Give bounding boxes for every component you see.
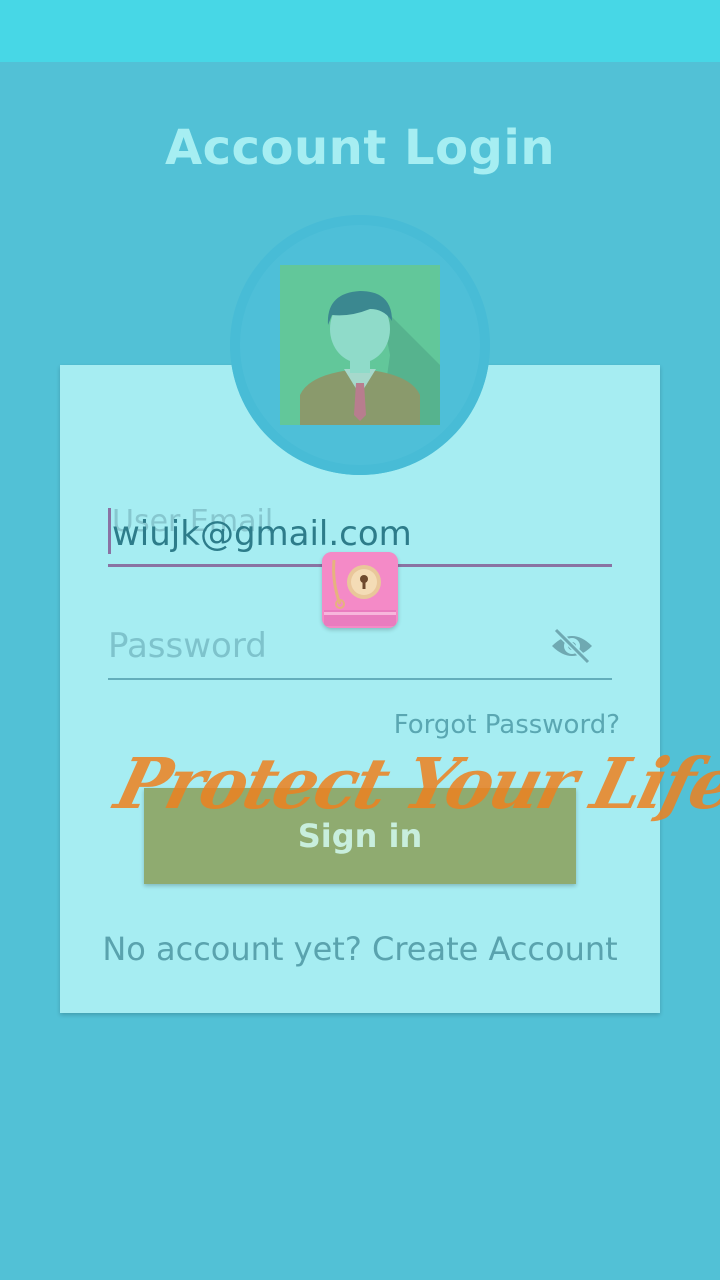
user-avatar-icon <box>280 265 440 425</box>
page-title: Account Login <box>164 120 556 176</box>
text-cursor <box>108 508 111 554</box>
promo-watermark: Protect Your Life!!! <box>108 742 720 825</box>
create-account-link[interactable]: No account yet? Create Account <box>60 930 660 968</box>
email-input-value[interactable]: wiujk@gmail.com <box>112 514 412 554</box>
forgot-password-link[interactable]: Forgot Password? <box>394 710 620 740</box>
lock-safe-app-icon[interactable] <box>322 552 398 628</box>
watermark-text: Protect Your Life <box>107 742 720 825</box>
password-field[interactable]: Password <box>108 622 612 680</box>
status-bar <box>0 0 720 62</box>
eye-off-icon[interactable] <box>550 626 594 666</box>
password-placeholder: Password <box>108 626 267 666</box>
